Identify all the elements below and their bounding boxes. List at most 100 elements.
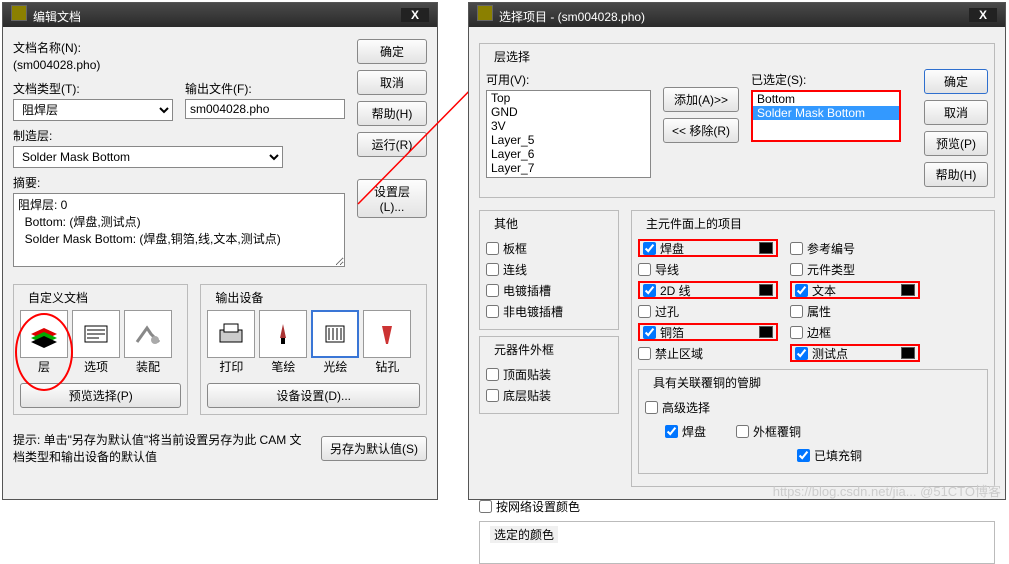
titlebar-2: 选择项目 - (sm004028.pho) X (469, 3, 1005, 27)
list-item-selected[interactable]: Solder Mask Bottom (753, 106, 899, 120)
docname-label: 文档名称(N): (13, 39, 345, 56)
list-item[interactable]: Top (487, 91, 650, 105)
assoc-legend: 具有关联覆铜的管脚 (649, 374, 765, 391)
swatch[interactable] (759, 284, 773, 296)
chk-ref[interactable]: 参考编号 (790, 239, 920, 257)
app-icon (11, 5, 27, 21)
setlayer-button[interactable]: 设置层(L)... (357, 179, 427, 218)
assy-iconbtn[interactable] (124, 310, 172, 358)
available-list[interactable]: Top GND 3V Layer_5 Layer_6 Layer_7 (486, 90, 651, 178)
preview-button[interactable]: 预览(P) (924, 131, 988, 156)
option-iconbtn[interactable] (72, 310, 120, 358)
chk-nonplated[interactable]: 非电镀插槽 (486, 302, 612, 320)
fablayer-label: 制造层: (13, 127, 345, 144)
help-button[interactable]: 帮助(H) (357, 101, 427, 126)
out-device-legend: 输出设备 (211, 289, 267, 306)
chk-2dline[interactable]: 2D 线 (638, 281, 778, 299)
doctype-select[interactable]: 阻焊层 (13, 99, 173, 121)
list-item[interactable]: Layer_6 (487, 147, 650, 161)
save-default-button[interactable]: 另存为默认值(S) (321, 436, 427, 461)
print-iconbtn[interactable] (207, 310, 255, 358)
summary-text[interactable]: 阻焊层: 0 Bottom: (焊盘,测试点) Solder Mask Bott… (13, 193, 345, 267)
chk-keepout[interactable]: 禁止区域 (638, 344, 778, 362)
print-icon (214, 320, 248, 348)
assy-label: 装配 (124, 358, 172, 375)
dlg2-title: 选择项目 - (sm004028.pho) (499, 10, 645, 24)
photo-iconbtn[interactable] (311, 310, 359, 358)
cancel-button-2[interactable]: 取消 (924, 100, 988, 125)
doctype-label: 文档类型(T): (13, 80, 173, 97)
photo-label: 光绘 (311, 358, 359, 375)
list-item[interactable]: 3V (487, 119, 650, 133)
edit-document-dialog: 编辑文档 X 文档名称(N): (sm004028.pho) 文档类型(T): … (2, 2, 438, 500)
close-icon[interactable]: X (401, 8, 429, 22)
chk-outcu[interactable]: 外框覆铜 (736, 422, 801, 440)
chk-edge[interactable]: 边框 (790, 323, 920, 341)
selected-label: 已选定(S): (751, 71, 901, 88)
help-button-2[interactable]: 帮助(H) (924, 162, 988, 187)
add-button[interactable]: 添加(A)>> (663, 87, 739, 112)
option-label: 选项 (72, 358, 120, 375)
chk-topplace[interactable]: 顶面贴装 (486, 365, 612, 383)
pen-icon (266, 320, 300, 348)
chk-test[interactable]: 测试点 (790, 344, 920, 362)
remove-button[interactable]: << 移除(R) (663, 118, 739, 143)
pen-label: 笔绘 (259, 358, 307, 375)
drill-iconbtn[interactable] (363, 310, 411, 358)
drill-icon (370, 320, 404, 348)
list-item[interactable]: GND (487, 105, 650, 119)
red-ellipse-annotation (15, 313, 73, 391)
outline-legend: 元器件外框 (490, 341, 558, 358)
print-label: 打印 (207, 358, 255, 375)
chk-filled[interactable]: 已填充铜 (797, 446, 981, 464)
swatch[interactable] (901, 347, 915, 359)
tip-text: 提示: 单击"另存为默认值"将当前设置另存为此 CAM 文档类型和输出设备的默认… (13, 431, 309, 465)
selected-color-legend: 选定的颜色 (490, 526, 558, 543)
other-legend: 其他 (490, 215, 522, 232)
list-item[interactable]: Bottom (753, 92, 899, 106)
cancel-button[interactable]: 取消 (357, 70, 427, 95)
ok-button[interactable]: 确定 (357, 39, 427, 64)
swatch[interactable] (901, 284, 915, 296)
chk-text[interactable]: 文本 (790, 281, 920, 299)
option-icon (79, 320, 113, 348)
chk-board[interactable]: 板框 (486, 239, 612, 257)
assy-icon (131, 320, 165, 348)
chk-botplace[interactable]: 底层贴装 (486, 386, 612, 404)
chk-attr[interactable]: 属性 (790, 302, 920, 320)
drill-label: 钻孔 (363, 358, 411, 375)
fablayer-select[interactable]: Solder Mask Bottom (13, 146, 283, 168)
chk-trace[interactable]: 导线 (638, 260, 778, 278)
photo-icon (318, 320, 352, 348)
selected-list[interactable]: Bottom Solder Mask Bottom (751, 90, 901, 142)
watermark: https://blog.csdn.net/jia... @51CTO博客 (773, 481, 1001, 500)
chk-padcu[interactable]: 焊盘 (665, 422, 706, 440)
app-icon-2 (477, 5, 493, 21)
select-items-dialog: 选择项目 - (sm004028.pho) X 层选择 可用(V): Top G… (468, 2, 1006, 500)
available-label: 可用(V): (486, 71, 651, 88)
docname-value: (sm004028.pho) (13, 58, 100, 72)
titlebar-1: 编辑文档 X (3, 3, 437, 27)
list-item[interactable]: Layer_7 (487, 161, 650, 175)
chk-advanced[interactable]: 高级选择 (645, 398, 981, 416)
ok-button-2[interactable]: 确定 (924, 69, 988, 94)
chk-plated[interactable]: 电镀插槽 (486, 281, 612, 299)
summary-label: 摘要: (13, 174, 345, 191)
main-legend: 主元件面上的项目 (642, 215, 746, 232)
device-set-button[interactable]: 设备设置(D)... (207, 383, 420, 408)
run-button[interactable]: 运行(R) (357, 132, 427, 157)
chk-ptype[interactable]: 元件类型 (790, 260, 920, 278)
chk-copper[interactable]: 铜箔 (638, 323, 778, 341)
chk-pad[interactable]: 焊盘 (638, 239, 778, 257)
chk-via[interactable]: 过孔 (638, 302, 778, 320)
pen-iconbtn[interactable] (259, 310, 307, 358)
swatch[interactable] (759, 326, 773, 338)
close-icon-2[interactable]: X (969, 8, 997, 22)
custom-doc-legend: 自定义文档 (24, 289, 92, 306)
swatch[interactable] (759, 242, 773, 254)
dlg1-title: 编辑文档 (33, 10, 81, 24)
list-item[interactable]: Layer_5 (487, 133, 650, 147)
outfile-input[interactable] (185, 99, 345, 119)
chk-conn[interactable]: 连线 (486, 260, 612, 278)
outfile-label: 输出文件(F): (185, 80, 345, 97)
